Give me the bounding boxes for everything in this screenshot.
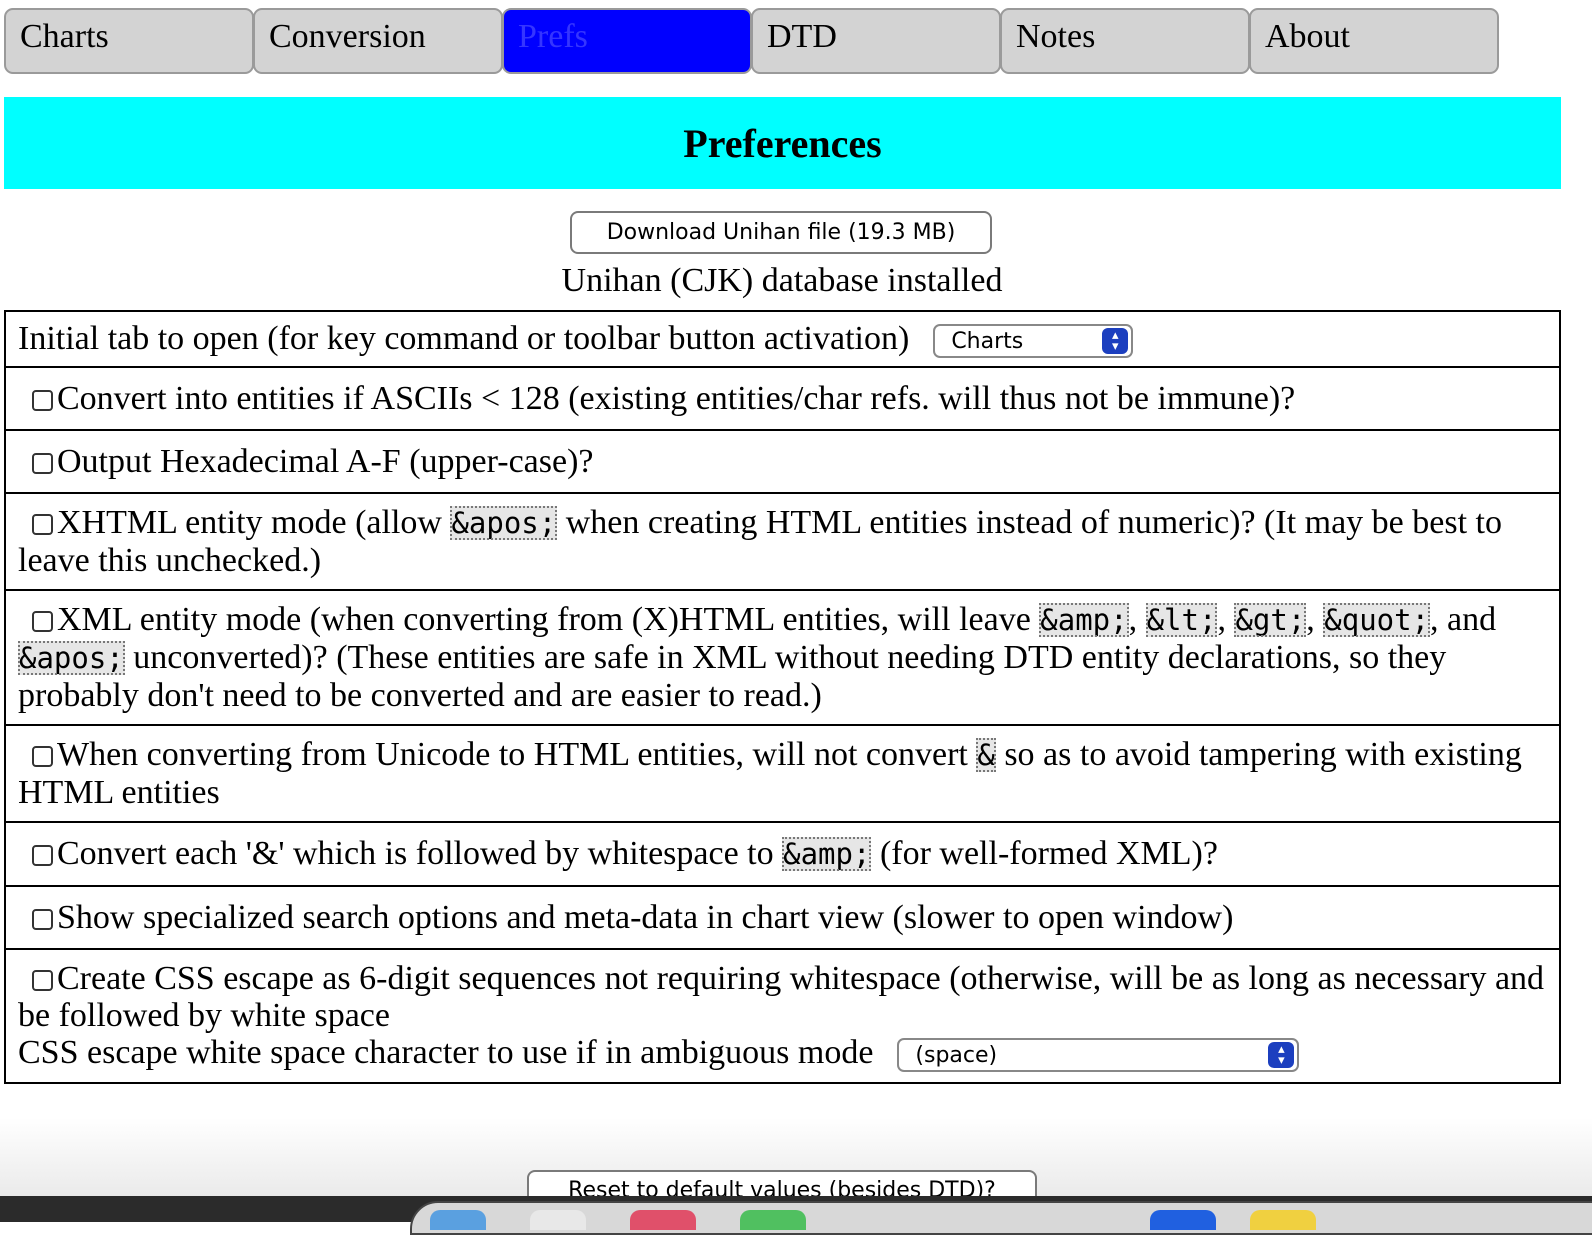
pref-row-search: Show specialized search options and meta… xyxy=(4,885,1561,951)
tab-prefs[interactable]: Prefs xyxy=(502,8,752,74)
amp-entity-code: &amp; xyxy=(782,837,872,872)
pref-row-ascii: Convert into entities if ASCIIs < 128 (e… xyxy=(4,366,1561,432)
gt-entity-code: &gt; xyxy=(1234,603,1307,638)
initial-tab-label: Initial tab to open (for key command or … xyxy=(18,320,910,357)
pref-row-initial-tab: Initial tab to open (for key command or … xyxy=(4,309,1561,369)
xml-label-pre: XML entity mode (when converting from (X… xyxy=(57,601,1040,639)
tab-bar: Charts Conversion Prefs DTD Notes About xyxy=(4,8,1499,74)
hex-uppercase-label: Output Hexadecimal A-F (upper-case)? xyxy=(57,443,594,481)
xhtml-entity-checkbox[interactable] xyxy=(32,514,53,536)
amp-whitespace-checkbox[interactable] xyxy=(32,845,53,867)
tab-charts[interactable]: Charts xyxy=(4,8,254,74)
css-whitespace-label: CSS escape white space character to use … xyxy=(18,1034,874,1072)
tab-label: Prefs xyxy=(518,18,588,55)
preferences-banner: Preferences xyxy=(4,97,1561,189)
apos-entity-code: &apos; xyxy=(18,641,125,676)
separator: , xyxy=(1217,601,1235,639)
initial-tab-select[interactable]: Charts ▴ ▾ xyxy=(933,324,1134,359)
tab-label: Conversion xyxy=(269,18,426,55)
app-icon[interactable] xyxy=(1250,1210,1316,1230)
tab-about[interactable]: About xyxy=(1249,8,1499,74)
xml-label-post: unconverted)? (These entities are safe i… xyxy=(18,639,1447,715)
pref-row-unicode: When converting from Unicode to HTML ent… xyxy=(4,724,1561,824)
ascii-entities-label: Convert into entities if ASCIIs < 128 (e… xyxy=(57,380,1296,418)
xml-entity-checkbox[interactable] xyxy=(32,611,53,633)
separator: , and xyxy=(1430,601,1497,639)
select-arrows-icon: ▴ ▾ xyxy=(1102,328,1129,355)
tab-label: About xyxy=(1265,18,1350,55)
download-unihan-button[interactable]: Download Unihan file (19.3 MB) xyxy=(570,211,992,254)
pref-row-xml: XML entity mode (when converting from (X… xyxy=(4,589,1561,727)
apos-entity-code: &apos; xyxy=(450,506,558,541)
pref-row-xhtml: XHTML entity mode (allow &apos; when cre… xyxy=(4,492,1561,592)
page-title: Preferences xyxy=(683,120,882,166)
pref-row-css: Create CSS escape as 6-digit sequences n… xyxy=(4,948,1561,1085)
separator: , xyxy=(1306,601,1324,639)
tab-label: Notes xyxy=(1016,18,1096,55)
amp-entity-code: &amp; xyxy=(1039,603,1129,638)
preferences-table: Initial tab to open (for key command or … xyxy=(4,309,1561,1085)
app-icon[interactable] xyxy=(1150,1210,1216,1230)
tab-dtd[interactable]: DTD xyxy=(751,8,1001,74)
unihan-status-text: Unihan (CJK) database installed xyxy=(561,262,1003,299)
ampersand-code: & xyxy=(976,738,996,773)
dock-shelf xyxy=(410,1201,1592,1235)
select-arrows-icon: ▴ ▾ xyxy=(1268,1042,1295,1069)
tab-label: DTD xyxy=(767,18,837,55)
hex-uppercase-checkbox[interactable] xyxy=(32,453,53,475)
pref-row-amp: Convert each '&' which is followed by wh… xyxy=(4,821,1561,888)
amp-label-pre: Convert each '&' which is followed by wh… xyxy=(57,835,783,873)
tab-label: Charts xyxy=(20,18,109,55)
search-options-checkbox[interactable] xyxy=(32,909,53,931)
unicode-label-pre: When converting from Unicode to HTML ent… xyxy=(57,736,977,774)
app-icon[interactable] xyxy=(530,1210,586,1230)
amp-label-post: (for well-formed XML)? xyxy=(871,835,1218,873)
app-icon[interactable] xyxy=(630,1210,696,1230)
app-icon[interactable] xyxy=(740,1210,806,1230)
search-options-label: Show specialized search options and meta… xyxy=(57,899,1234,937)
css-escape-checkbox[interactable] xyxy=(32,970,53,992)
tab-notes[interactable]: Notes xyxy=(1000,8,1250,74)
ascii-entities-checkbox[interactable] xyxy=(32,390,53,412)
initial-tab-selected-value: Charts xyxy=(951,328,1024,354)
tab-conversion[interactable]: Conversion xyxy=(253,8,503,74)
finder-icon[interactable] xyxy=(430,1210,486,1230)
css-escape-label: Create CSS escape as 6-digit sequences n… xyxy=(18,960,1545,1035)
unicode-no-amp-checkbox[interactable] xyxy=(32,746,53,768)
quot-entity-code: &quot; xyxy=(1323,603,1431,638)
lt-entity-code: &lt; xyxy=(1145,603,1218,638)
css-whitespace-selected-value: (space) xyxy=(915,1042,998,1068)
pref-row-hex: Output Hexadecimal A-F (upper-case)? xyxy=(4,429,1561,495)
separator: , xyxy=(1128,601,1146,639)
xhtml-label-pre: XHTML entity mode (allow xyxy=(57,504,451,542)
css-whitespace-select[interactable]: (space) ▴ ▾ xyxy=(897,1038,1300,1073)
